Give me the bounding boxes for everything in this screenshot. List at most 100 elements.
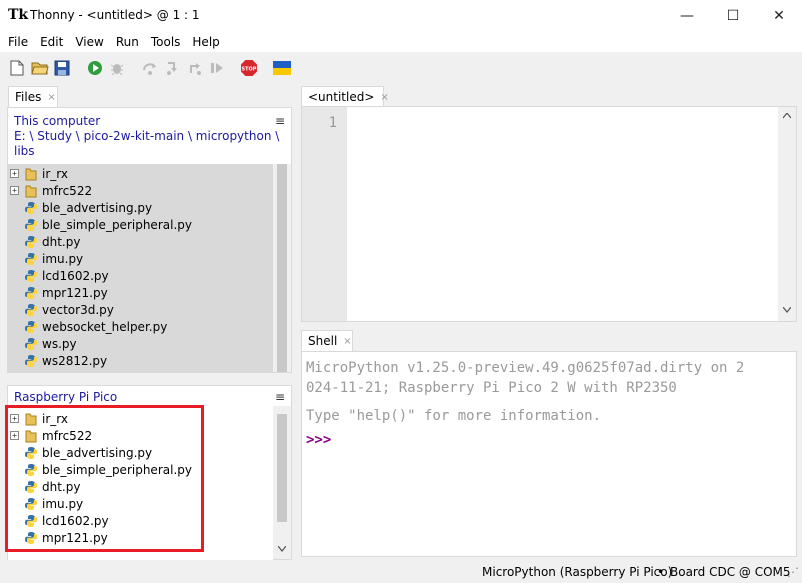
local-menu-icon[interactable]: ≡ [275, 114, 285, 128]
window-title: Thonny - <untitled> @ 1 : 1 [30, 8, 200, 22]
code-editor[interactable]: 1 [301, 106, 797, 322]
python-file-icon [24, 354, 38, 368]
shell-output: MicroPython v1.25.0-preview.49.g0625f07a… [306, 358, 744, 450]
scroll-down-icon[interactable] [278, 546, 286, 552]
menu-tools[interactable]: Tools [147, 35, 185, 49]
device-scrollbar-thumb[interactable] [277, 414, 287, 522]
expand-icon[interactable]: + [10, 169, 19, 178]
status-bar: MicroPython (Raspberry Pi Pico) • Board … [0, 561, 802, 583]
python-file-icon [24, 201, 38, 215]
open-folder-icon[interactable] [31, 59, 49, 77]
step-out-icon[interactable] [186, 59, 204, 77]
local-file-row[interactable]: ble_simple_peripheral.py [8, 216, 273, 233]
local-file-row[interactable]: vector3d.py [8, 301, 273, 318]
local-title[interactable]: This computer [14, 114, 279, 129]
new-file-icon[interactable] [8, 59, 26, 77]
interpreter-status[interactable]: MicroPython (Raspberry Pi Pico) [482, 565, 672, 579]
tab-untitled[interactable]: <untitled> × [301, 86, 389, 107]
local-file-row[interactable]: lcd1602.py [8, 267, 273, 284]
highlight-box [5, 405, 204, 552]
shell-prompt[interactable]: >>> [306, 430, 744, 450]
file-name: ws2812.py [42, 353, 108, 368]
folder-icon [24, 184, 38, 198]
title-bar: Tk Thonny - <untitled> @ 1 : 1 — ☐ ✕ [0, 0, 802, 31]
resume-icon[interactable] [208, 59, 226, 77]
shell-banner-line-1: MicroPython v1.25.0-preview.49.g0625f07a… [306, 360, 745, 376]
python-file-icon [24, 320, 38, 334]
step-into-icon[interactable] [164, 59, 182, 77]
tab-shell[interactable]: Shell × [301, 330, 353, 351]
run-icon[interactable] [86, 59, 104, 77]
debug-icon[interactable] [108, 59, 126, 77]
local-scrollbar-thumb[interactable] [277, 164, 287, 372]
step-over-icon[interactable] [141, 59, 159, 77]
scroll-down-icon[interactable] [783, 307, 791, 313]
tab-untitled-close-icon[interactable]: × [380, 92, 388, 103]
file-name: ws.py [42, 336, 77, 351]
local-file-row[interactable]: ble_advertising.py [8, 199, 273, 216]
device-title[interactable]: Raspberry Pi Pico [14, 390, 117, 405]
maximize-button[interactable]: ☐ [710, 0, 756, 31]
local-files-pane: This computer E: \ Study \ pico-2w-kit-m… [7, 107, 292, 373]
local-scrollbar[interactable] [273, 164, 291, 372]
local-file-row[interactable]: ws2812.py [8, 352, 273, 369]
file-name: websocket_helper.py [42, 319, 168, 334]
save-icon[interactable] [53, 59, 71, 77]
folder-icon [24, 167, 38, 181]
menu-help[interactable]: Help [188, 35, 223, 49]
tab-files-close-icon[interactable]: × [47, 92, 55, 103]
local-folder-row[interactable]: + ir_rx [8, 165, 273, 182]
status-separator: • [657, 565, 665, 579]
python-file-icon [24, 337, 38, 351]
port-status[interactable]: Board CDC @ COM5 [670, 565, 791, 579]
stop-icon[interactable]: STOP [240, 59, 258, 77]
file-name: vector3d.py [42, 302, 114, 317]
shell-help-text: Type "help()" for more information. [306, 408, 602, 424]
local-path-line-1[interactable]: E: \ Study \ pico-2w-kit-main \ micropyt… [14, 129, 279, 144]
toolbar: STOP [0, 52, 802, 83]
menu-file[interactable]: File [4, 35, 32, 49]
local-path-line-2[interactable]: libs [14, 144, 279, 159]
local-file-row[interactable]: websocket_helper.py [8, 318, 273, 335]
tab-untitled-label: <untitled> [308, 90, 375, 104]
editor-scrollbar[interactable] [778, 107, 796, 321]
shell-pane[interactable]: MicroPython v1.25.0-preview.49.g0625f07a… [301, 351, 797, 557]
python-file-icon [24, 269, 38, 283]
expand-icon[interactable]: + [10, 186, 19, 195]
tab-files[interactable]: Files × [8, 86, 58, 107]
line-number-gutter: 1 [302, 107, 347, 321]
file-name: ble_simple_peripheral.py [42, 217, 192, 232]
file-name: mfrc522 [42, 183, 93, 198]
resize-grip-icon[interactable]: ⋰ [787, 565, 799, 579]
file-name: imu.py [42, 251, 84, 266]
menu-run[interactable]: Run [112, 35, 143, 49]
python-file-icon [24, 252, 38, 266]
local-file-row[interactable]: dht.py [8, 233, 273, 250]
device-scrollbar[interactable] [273, 406, 291, 559]
device-menu-icon[interactable]: ≡ [275, 390, 285, 404]
local-file-row[interactable]: ws.py [8, 335, 273, 352]
local-path: This computer E: \ Study \ pico-2w-kit-m… [14, 114, 279, 159]
scroll-up-icon[interactable] [783, 113, 791, 119]
ukraine-flag-icon[interactable] [273, 59, 291, 77]
file-name: ir_rx [42, 166, 68, 181]
tab-shell-close-icon[interactable]: × [343, 336, 351, 347]
menu-view[interactable]: View [71, 35, 107, 49]
local-file-row[interactable]: imu.py [8, 250, 273, 267]
python-file-icon [24, 286, 38, 300]
python-file-icon [24, 303, 38, 317]
file-name: lcd1602.py [42, 268, 109, 283]
python-file-icon [24, 218, 38, 232]
local-file-list: + ir_rx + mfrc522 ble_advertising.py ble_simp… [8, 164, 273, 372]
minimize-button[interactable]: — [664, 0, 710, 31]
svg-text:STOP: STOP [242, 67, 257, 73]
close-button[interactable]: ✕ [756, 0, 802, 31]
tab-shell-label: Shell [308, 334, 338, 348]
menu-edit[interactable]: Edit [36, 35, 67, 49]
local-file-row[interactable]: mpr121.py [8, 284, 273, 301]
menu-bar: File Edit View Run Tools Help [0, 31, 802, 52]
local-folder-row[interactable]: + mfrc522 [8, 182, 273, 199]
thonny-window: Tk Thonny - <untitled> @ 1 : 1 — ☐ ✕ Fil… [0, 0, 802, 583]
python-file-icon [24, 235, 38, 249]
line-number: 1 [328, 115, 337, 131]
